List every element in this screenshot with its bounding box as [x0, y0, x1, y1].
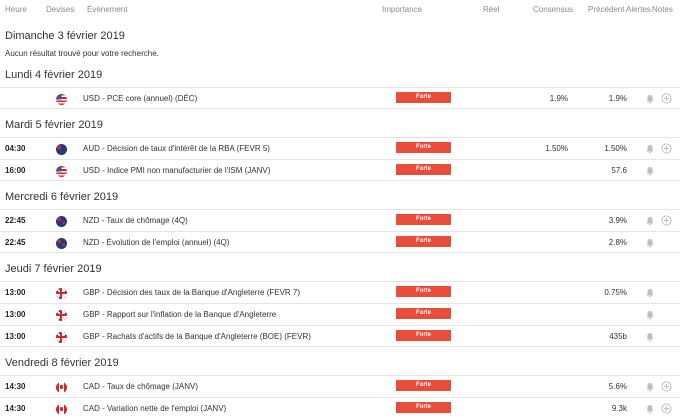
- event-name[interactable]: CAD - Taux de chômage (JANV): [83, 382, 198, 391]
- bell-icon[interactable]: [645, 310, 655, 320]
- previous-value: 9.3k: [611, 404, 627, 413]
- day-title: Mardi 5 février 2019: [5, 119, 103, 131]
- day-title: Jeudi 7 février 2019: [5, 263, 102, 275]
- event-name[interactable]: GBP - Décision des taux de la Banque d'A…: [83, 288, 300, 297]
- col-consensus[interactable]: Consensus: [533, 5, 573, 14]
- consensus-value: 1.50%: [545, 144, 568, 153]
- nz-flag-icon: [56, 216, 67, 227]
- col-alerts[interactable]: Alertes: [626, 5, 651, 14]
- table-row[interactable]: 22:45 NZD - Taux de chômage (4Q) Forte 3…: [0, 209, 680, 231]
- day-title: Vendredi 8 février 2019: [5, 357, 119, 369]
- importance-badge: Forte: [396, 286, 451, 297]
- previous-value: 3.9%: [608, 216, 627, 225]
- previous-value: 1.50%: [604, 144, 627, 153]
- event-time: 13:00: [5, 288, 26, 297]
- bell-icon[interactable]: [645, 238, 655, 248]
- au-flag-icon: [56, 144, 67, 155]
- importance-badge: Forte: [396, 236, 451, 247]
- col-importance[interactable]: Importance: [382, 5, 422, 14]
- event-time: 14:30: [5, 404, 26, 413]
- add-note-icon[interactable]: [661, 93, 672, 104]
- importance-badge: Forte: [396, 142, 451, 153]
- event-time: 13:00: [5, 332, 26, 341]
- bell-icon[interactable]: [645, 216, 655, 226]
- bell-icon[interactable]: [645, 94, 655, 104]
- event-name[interactable]: NZD - Évolution de l'emploi (annuel) (4Q…: [83, 238, 229, 247]
- ca-flag-icon: [56, 382, 67, 393]
- col-currency[interactable]: Devises: [46, 5, 74, 14]
- day-title: Lundi 4 février 2019: [5, 69, 103, 81]
- col-time[interactable]: Heure: [5, 5, 27, 14]
- bell-icon[interactable]: [645, 166, 655, 176]
- event-time: 14:30: [5, 382, 26, 391]
- event-name[interactable]: USD - PCE core (annuel) (DÉC): [83, 94, 197, 103]
- us-flag-icon: [56, 166, 67, 177]
- table-row[interactable]: 22:45 NZD - Évolution de l'emploi (annue…: [0, 231, 680, 253]
- us-flag-icon: [56, 94, 67, 105]
- importance-badge: Forte: [396, 164, 451, 175]
- event-time: 04:30: [5, 144, 26, 153]
- event-name[interactable]: AUD - Décision de taux d'intérêt de la R…: [83, 144, 270, 153]
- importance-badge: Forte: [396, 214, 451, 225]
- table-row[interactable]: 14:30 CAD - Taux de chômage (JANV) Forte…: [0, 375, 680, 397]
- previous-value: 5.6%: [608, 382, 627, 391]
- day-header: Jeudi 7 février 2019: [0, 257, 680, 281]
- event-name[interactable]: GBP - Rachats d'actifs de la Banque d'An…: [83, 332, 311, 341]
- event-name[interactable]: USD - Indice PMI non manufacturier de l'…: [83, 166, 270, 175]
- add-note-icon[interactable]: [661, 403, 672, 414]
- add-note-icon[interactable]: [661, 215, 672, 226]
- day-title: Mercredi 6 février 2019: [5, 191, 119, 203]
- col-previous[interactable]: Précédent: [588, 5, 624, 14]
- consensus-value: 1.9%: [549, 94, 568, 103]
- table-row[interactable]: USD - PCE core (annuel) (DÉC) Forte 1.9%…: [0, 87, 680, 109]
- day-header: Lundi 4 février 2019: [0, 63, 680, 87]
- gb-flag-icon: [56, 332, 67, 343]
- previous-value: 1.9%: [608, 94, 627, 103]
- bell-icon[interactable]: [645, 382, 655, 392]
- ca-flag-icon: [56, 404, 67, 415]
- previous-value: 435b: [609, 332, 627, 341]
- table-header: Heure Devises Évènement Importance Réel …: [0, 0, 680, 16]
- event-time: 22:45: [5, 216, 26, 225]
- table-row[interactable]: 16:00 USD - Indice PMI non manufacturier…: [0, 159, 680, 181]
- importance-badge: Forte: [396, 402, 451, 413]
- gb-flag-icon: [56, 310, 67, 321]
- day-header: Mardi 5 février 2019: [0, 113, 680, 137]
- day-title: Dimanche 3 février 2019: [5, 30, 125, 42]
- add-note-icon[interactable]: [661, 381, 672, 392]
- no-results-message: Aucun résultat trouvé pour votre recherc…: [5, 49, 159, 58]
- table-row[interactable]: 13:00 GBP - Décision des taux de la Banq…: [0, 281, 680, 303]
- add-note-icon[interactable]: [661, 143, 672, 154]
- day-header: Dimanche 3 février 2019: [0, 24, 680, 48]
- event-time: 22:45: [5, 238, 26, 247]
- gb-flag-icon: [56, 288, 67, 299]
- event-name[interactable]: CAD - Variation nette de l'emploi (JANV): [83, 404, 226, 413]
- table-row[interactable]: 13:00 GBP - Rapport sur l'inflation de l…: [0, 303, 680, 325]
- event-name[interactable]: NZD - Taux de chômage (4Q): [83, 216, 188, 225]
- previous-value: 0.75%: [604, 288, 627, 297]
- bell-icon[interactable]: [645, 288, 655, 298]
- previous-value: 2.8%: [608, 238, 627, 247]
- importance-badge: Forte: [396, 330, 451, 341]
- table-row[interactable]: 04:30 AUD - Décision de taux d'intérêt d…: [0, 137, 680, 159]
- event-name[interactable]: GBP - Rapport sur l'inflation de la Banq…: [83, 310, 276, 319]
- col-notes[interactable]: Notes: [652, 5, 673, 14]
- event-time: 16:00: [5, 166, 26, 175]
- col-actual[interactable]: Réel: [483, 5, 499, 14]
- nz-flag-icon: [56, 238, 67, 249]
- event-time: 13:00: [5, 310, 26, 319]
- bell-icon[interactable]: [645, 144, 655, 154]
- previous-value: 57.6: [611, 166, 627, 175]
- bell-icon[interactable]: [645, 404, 655, 414]
- day-header: Vendredi 8 février 2019: [0, 351, 680, 375]
- col-event[interactable]: Évènement: [87, 5, 127, 14]
- importance-badge: Forte: [396, 308, 451, 319]
- importance-badge: Forte: [396, 380, 451, 391]
- bell-icon[interactable]: [645, 332, 655, 342]
- table-row[interactable]: 14:30 CAD - Variation nette de l'emploi …: [0, 397, 680, 419]
- day-header: Mercredi 6 février 2019: [0, 185, 680, 209]
- table-row[interactable]: 13:00 GBP - Rachats d'actifs de la Banqu…: [0, 325, 680, 347]
- importance-badge: Forte: [396, 92, 451, 103]
